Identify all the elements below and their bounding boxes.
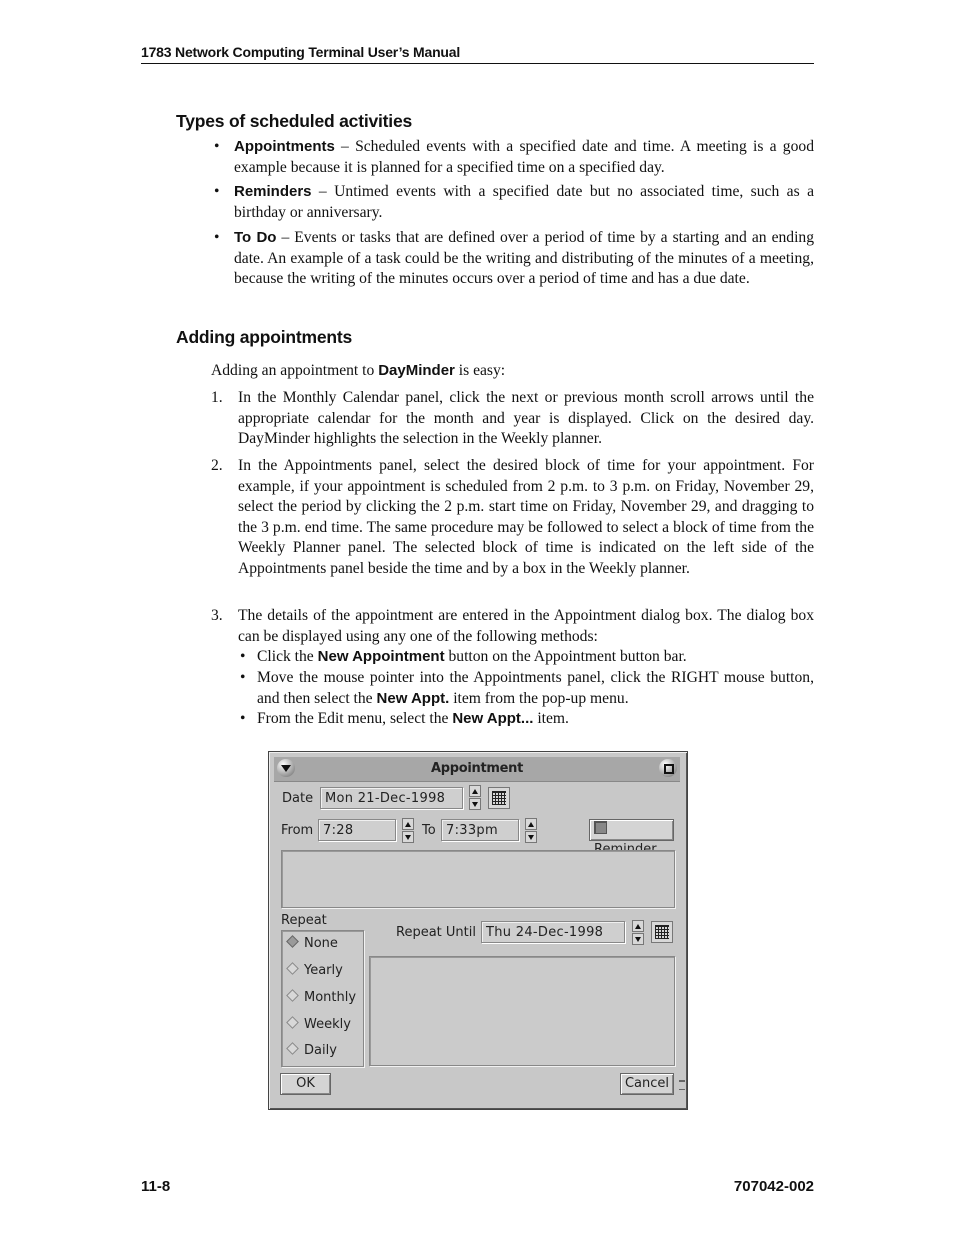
- section-heading-types: Types of scheduled activities: [176, 111, 413, 131]
- ui-term: New Appt...: [452, 710, 534, 727]
- repeat-until-spinner[interactable]: [632, 920, 644, 946]
- repeat-option-yearly[interactable]: Yearly: [286, 962, 343, 978]
- method-1: • Click the New Appointment button on th…: [240, 647, 814, 668]
- intro-text-end: is easy:: [454, 362, 506, 379]
- maximize-button[interactable]: [659, 759, 677, 777]
- to-time-field[interactable]: 7:33pm: [441, 819, 519, 841]
- definition: – Scheduled events with a specified date…: [334, 138, 777, 155]
- bullet-dot: •: [214, 229, 220, 246]
- running-header: 1783 Network Computing Terminal User’s M…: [141, 44, 814, 64]
- definition: – Events or tasks that are defined over …: [276, 229, 767, 246]
- checkbox-icon: [594, 821, 607, 834]
- square-icon: [664, 764, 674, 774]
- repeat-details-panel: [369, 956, 675, 1066]
- radio-label: None: [304, 936, 338, 951]
- step-2: 2. In the Appointments panel, select the…: [211, 456, 814, 580]
- radio-label: Monthly: [304, 990, 357, 1005]
- step-text: The details of the appointment are enter…: [238, 607, 814, 645]
- app-name: DayMinder: [378, 362, 455, 379]
- definition-cont: birthday or anniversary.: [234, 203, 383, 221]
- repeat-until-calendar-button[interactable]: [651, 921, 673, 943]
- method-text: From the Edit menu, select the: [257, 710, 453, 727]
- intro-paragraph: Adding an appointment to DayMinder is ea…: [211, 361, 814, 382]
- step-1: 1. In the Monthly Calendar panel, click …: [211, 388, 814, 450]
- repeat-label: Repeat: [281, 913, 327, 928]
- resize-grip-icon[interactable]: [679, 1080, 685, 1090]
- document-number: 707042-002: [733, 1178, 814, 1195]
- bullet-dot: •: [240, 710, 246, 727]
- bullet-todo: • To Do – Events or tasks that are defin…: [214, 228, 814, 290]
- bullet-dot: •: [214, 138, 220, 155]
- method-text-end: item from the pop-up menu.: [449, 689, 629, 707]
- radio-icon: [286, 962, 299, 975]
- method-text: Click the: [257, 648, 318, 665]
- term: Appointments: [234, 138, 335, 155]
- cancel-button[interactable]: Cancel: [620, 1073, 674, 1095]
- date-field[interactable]: Mon 21-Dec-1998: [320, 787, 463, 809]
- increment-arrow-icon[interactable]: [402, 818, 414, 830]
- step-text: In the Appointments panel, select the de…: [238, 457, 814, 577]
- increment-arrow-icon[interactable]: [632, 920, 644, 932]
- radio-selected-icon: [286, 935, 299, 948]
- method-text-end: item.: [533, 710, 569, 727]
- bullet-dot: •: [240, 648, 246, 665]
- step-number: 2.: [211, 457, 223, 474]
- bullet-appointments: • Appointments – Scheduled events with a…: [214, 137, 814, 178]
- method-2: • Move the mouse pointer into the Appoin…: [240, 668, 814, 709]
- step-number: 1.: [211, 389, 223, 406]
- step-number: 3.: [211, 607, 223, 624]
- decrement-arrow-icon[interactable]: [402, 831, 414, 843]
- term: To Do: [234, 229, 277, 246]
- ui-term: New Appointment: [317, 648, 445, 665]
- definition: – Untimed events with a specified date b…: [311, 183, 814, 200]
- repeat-option-daily[interactable]: Daily: [286, 1042, 337, 1058]
- radio-icon: [286, 1016, 299, 1029]
- radio-label: Daily: [304, 1043, 337, 1058]
- date-calendar-button[interactable]: [488, 787, 510, 809]
- decrement-arrow-icon[interactable]: [525, 831, 537, 843]
- radio-label: Yearly: [304, 963, 343, 978]
- dialog-titlebar: Appointment: [274, 757, 680, 782]
- from-time-field[interactable]: 7:28: [318, 819, 396, 841]
- method-3: • From the Edit menu, select the New App…: [240, 709, 814, 730]
- reminder-checkbox[interactable]: Reminder: [589, 819, 674, 857]
- increment-arrow-icon[interactable]: [525, 818, 537, 830]
- dialog-title: Appointment: [430, 761, 524, 776]
- page-number: 11-8: [141, 1178, 171, 1195]
- bullet-dot: •: [240, 669, 246, 686]
- repeat-option-monthly[interactable]: Monthly: [286, 989, 357, 1005]
- section-heading-adding: Adding appointments: [176, 327, 353, 347]
- bullet-reminders: • Reminders – Untimed events with a spec…: [214, 182, 814, 223]
- decrement-arrow-icon[interactable]: [469, 798, 481, 810]
- from-time-spinner[interactable]: [402, 818, 414, 844]
- ok-button[interactable]: OK: [280, 1073, 331, 1095]
- from-label: From: [281, 823, 314, 838]
- decrement-arrow-icon[interactable]: [632, 933, 644, 945]
- repeat-option-weekly[interactable]: Weekly: [286, 1016, 351, 1032]
- date-spinner[interactable]: [469, 785, 481, 811]
- increment-arrow-icon[interactable]: [469, 785, 481, 797]
- to-time-spinner[interactable]: [525, 818, 537, 844]
- repeat-option-none[interactable]: None: [286, 935, 338, 951]
- calendar-icon: [492, 791, 506, 805]
- radio-icon: [286, 1042, 299, 1055]
- repeat-until-field[interactable]: Thu 24-Dec-1998: [481, 921, 625, 943]
- intro-text: Adding an appointment to: [211, 362, 379, 379]
- to-label: To: [422, 823, 436, 838]
- radio-icon: [286, 989, 299, 1002]
- radio-label: Weekly: [304, 1017, 351, 1032]
- step-text: In the Monthly Calendar panel, click the…: [238, 389, 814, 448]
- term: Reminders: [234, 183, 312, 200]
- repeat-until-label: Repeat Until: [396, 925, 476, 940]
- bullet-dot: •: [214, 183, 220, 200]
- step-3: 3. The details of the appointment are en…: [211, 606, 814, 647]
- repeat-radio-group: None Yearly Monthly Weekly Daily: [281, 930, 364, 1067]
- appointment-dialog: Appointment Date Mon 21-Dec-1998 From 7:…: [268, 751, 688, 1110]
- method-text-end: button on the Appointment button bar.: [444, 648, 687, 665]
- date-label: Date: [282, 791, 314, 806]
- notes-textarea[interactable]: [281, 850, 675, 908]
- ui-term: New Appt.: [376, 689, 450, 707]
- calendar-icon: [655, 925, 669, 939]
